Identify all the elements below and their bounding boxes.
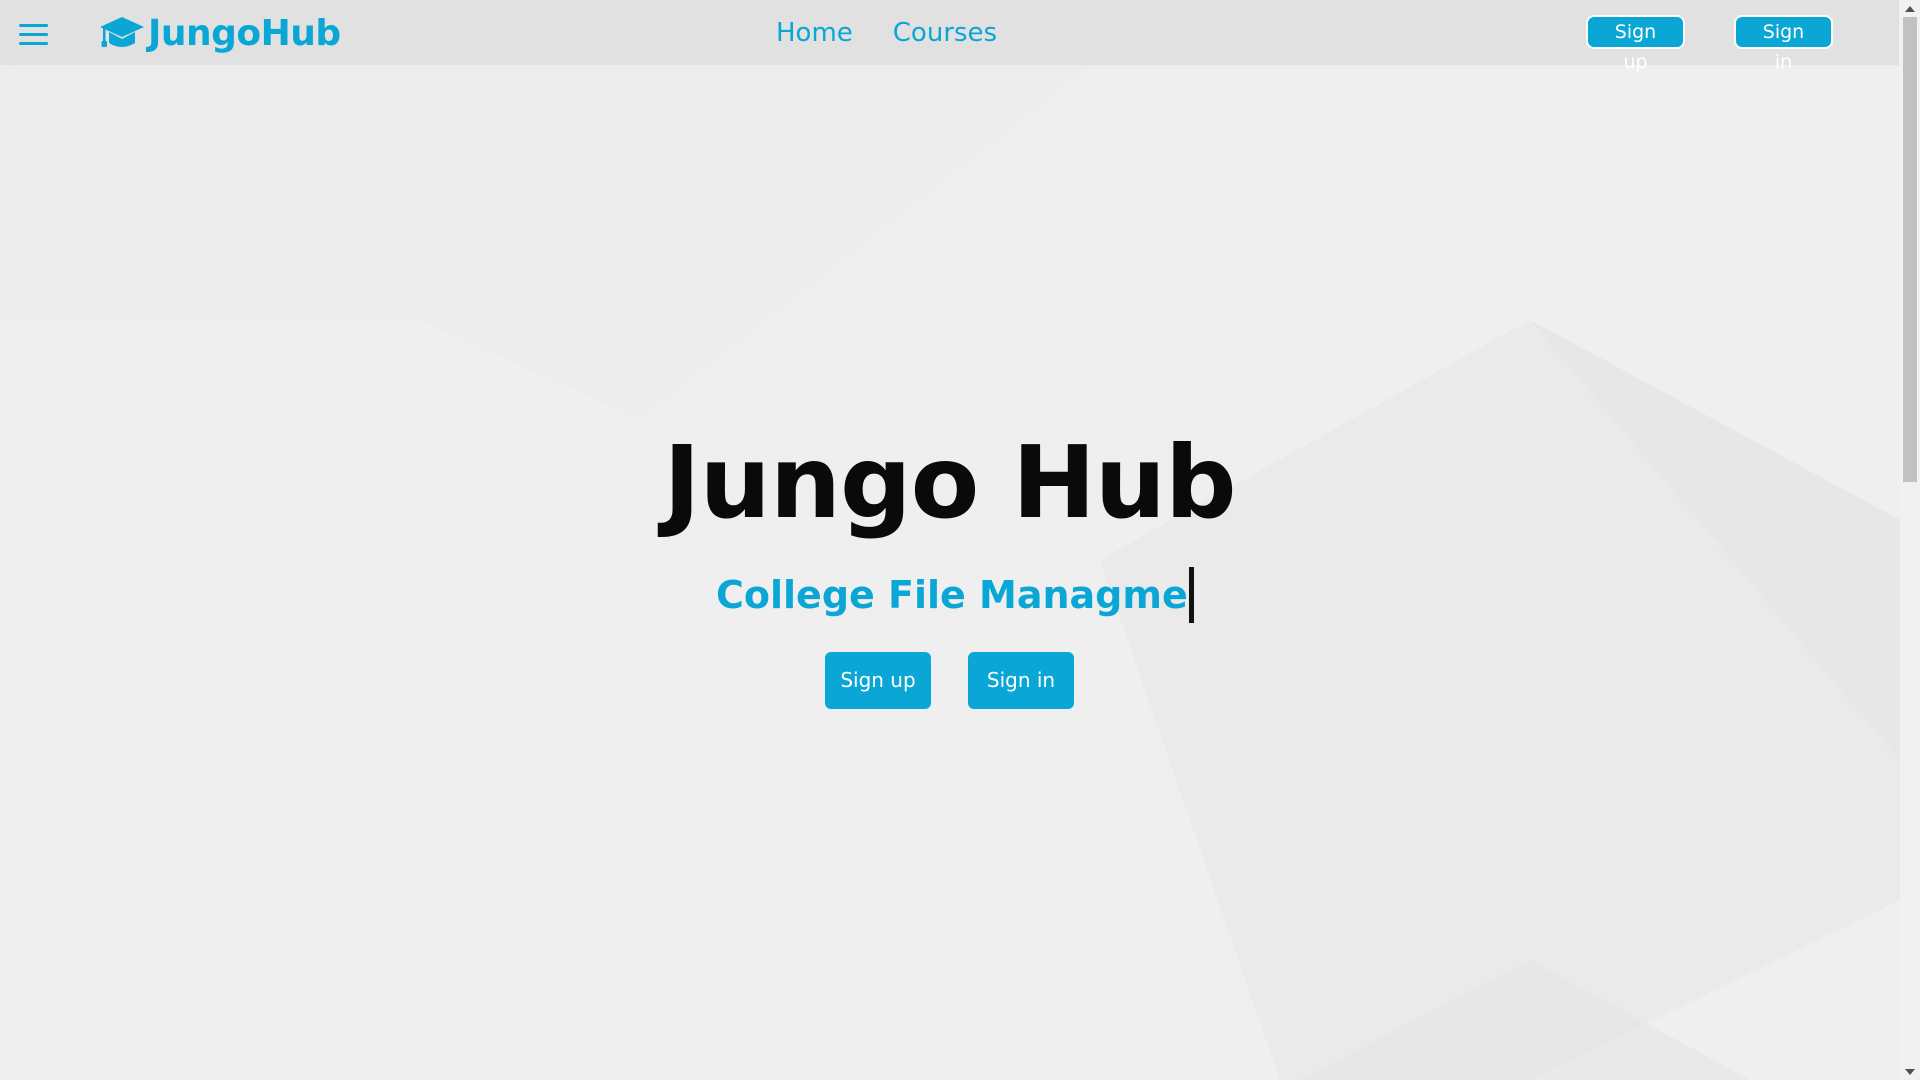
nav-links: Home Courses xyxy=(776,14,997,52)
scroll-up-arrow-icon[interactable] xyxy=(1900,0,1920,17)
hero-subtitle-text: College File Managme xyxy=(716,573,1188,617)
nav-link-home[interactable]: Home xyxy=(776,14,853,52)
scrollbar-thumb[interactable] xyxy=(1903,17,1917,482)
hamburger-menu-icon[interactable] xyxy=(19,22,48,46)
hero-signup-button[interactable]: Sign up xyxy=(825,652,931,709)
hero-section: Jungo Hub College File Managme Sign up S… xyxy=(0,0,1899,1080)
vertical-scrollbar[interactable] xyxy=(1900,0,1920,1080)
brand-logo-link[interactable]: JungoHub xyxy=(98,10,341,56)
navbar-signin-button[interactable]: Sign in xyxy=(1734,15,1833,73)
page: JungoHub Home Courses Sign up Sign in Ju… xyxy=(0,0,1920,1080)
hero-title: Jungo Hub xyxy=(663,424,1236,541)
typing-caret xyxy=(1188,567,1194,623)
nav-link-courses[interactable]: Courses xyxy=(893,14,997,52)
hero-signin-button[interactable]: Sign in xyxy=(968,652,1074,709)
hero-typed-subtitle: College File Managme xyxy=(716,567,1194,623)
scroll-down-arrow-icon[interactable] xyxy=(1900,1063,1920,1080)
top-navbar: JungoHub Home Courses Sign up Sign in xyxy=(0,0,1899,73)
navbar-signup-button[interactable]: Sign up xyxy=(1586,15,1685,73)
graduation-cap-icon xyxy=(100,17,144,47)
brand-name: JungoHub xyxy=(148,12,341,54)
